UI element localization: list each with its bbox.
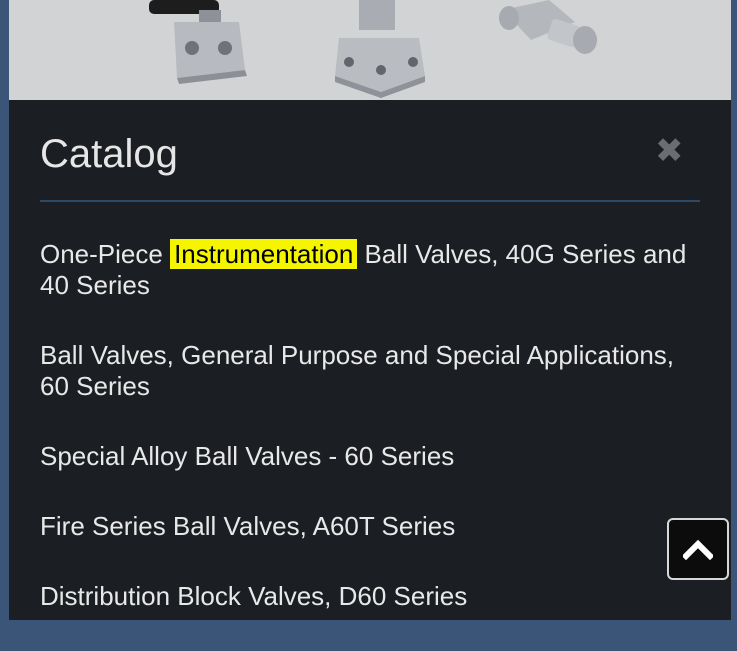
catalog-list: One-Piece Instrumentation Ball Valves, 4… — [40, 239, 705, 651]
page-frame: Catalog ✖ One-Piece Instrumentation Ball… — [9, 0, 731, 620]
modal-divider — [40, 200, 700, 202]
catalog-item-text: Distribution Block Valves, D60 Series — [40, 581, 468, 611]
close-icon[interactable]: ✖ — [655, 134, 684, 168]
catalog-item-text: Fire Series Ball Valves, A60T Series — [40, 511, 456, 541]
search-highlight: Instrumentation — [170, 239, 358, 269]
catalog-item-text: Special Alloy Ball Valves - 60 Series — [40, 441, 455, 471]
catalog-item-text: One-Piece — [40, 239, 171, 269]
catalog-item-special-alloy[interactable]: Special Alloy Ball Valves - 60 Series — [40, 441, 705, 472]
catalog-item-text: Ball Valves, General Purpose and Special… — [40, 340, 675, 401]
chevron-up-icon — [683, 539, 713, 560]
catalog-item-general-purpose[interactable]: Ball Valves, General Purpose and Special… — [40, 340, 705, 402]
modal-title: Catalog — [40, 132, 178, 176]
catalog-item-distribution-block[interactable]: Distribution Block Valves, D60 Series — [40, 581, 705, 612]
hero-image — [9, 0, 731, 100]
scroll-to-top-button[interactable] — [667, 518, 729, 580]
catalog-item-fire-series[interactable]: Fire Series Ball Valves, A60T Series — [40, 511, 705, 542]
catalog-modal: Catalog ✖ One-Piece Instrumentation Ball… — [9, 100, 731, 620]
catalog-item-one-piece-instrumentation[interactable]: One-Piece Instrumentation Ball Valves, 4… — [40, 239, 705, 301]
